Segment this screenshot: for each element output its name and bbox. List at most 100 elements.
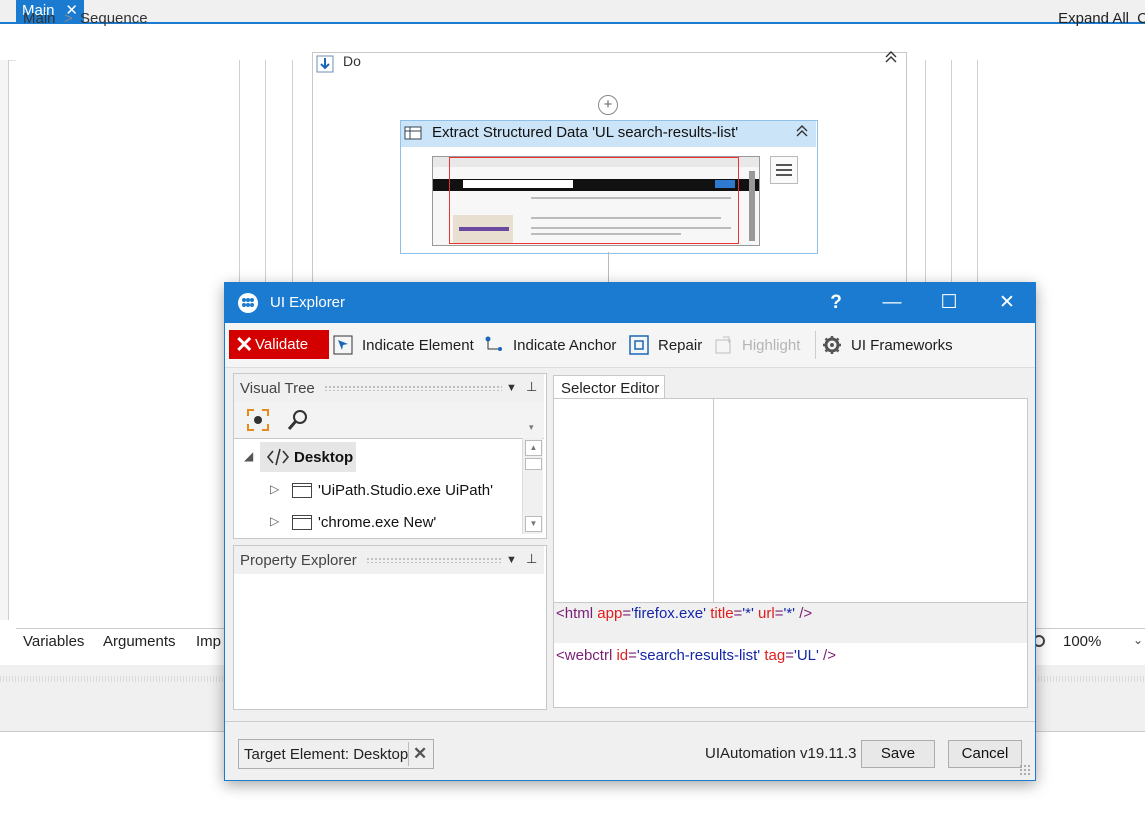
- chevron-down-icon[interactable]: ⌄: [1133, 633, 1143, 647]
- selector-attr-value: 'UL': [793, 647, 819, 664]
- repair-icon: [629, 335, 649, 355]
- tree-item-label: Desktop: [294, 449, 354, 466]
- highlight-button[interactable]: Highlight: [742, 337, 800, 354]
- code-icon: [266, 448, 290, 466]
- maximize-button[interactable]: ☐: [934, 289, 964, 317]
- window-title: UI Explorer: [270, 294, 346, 311]
- ui-explorer-window: UI Explorer ? — ☐ ✕ ✕ Validate Indicate …: [224, 282, 1036, 781]
- pin-icon[interactable]: ⊥: [526, 379, 537, 395]
- search-icon[interactable]: [286, 408, 310, 432]
- window-icon: [292, 483, 312, 498]
- gear-icon: [823, 336, 841, 354]
- left-panel-edge: [0, 60, 9, 620]
- cancel-button[interactable]: Cancel: [948, 740, 1022, 768]
- toolbar-separator: [815, 331, 816, 359]
- panel-grip: [366, 557, 502, 563]
- add-activity-icon[interactable]: +: [598, 95, 618, 115]
- indicate-element-button[interactable]: Indicate Element: [362, 337, 474, 354]
- selector-tag: webctrl: [564, 647, 613, 664]
- selector-attr-name: title: [710, 605, 734, 622]
- selector-attr-value: 'firefox.exe': [631, 605, 707, 622]
- tree-collapsed-icon[interactable]: ▷: [270, 514, 279, 528]
- pin-icon[interactable]: ⊥: [526, 551, 537, 567]
- visual-tree-tools: ▾: [234, 402, 544, 439]
- scroll-down-icon[interactable]: ▼: [525, 516, 542, 532]
- highlight-icon: [715, 336, 731, 354]
- selector-attr-name: url: [758, 605, 775, 622]
- chevron-down-icon[interactable]: ▼: [506, 554, 517, 566]
- version-label: UIAutomation v19.11.3: [705, 745, 857, 762]
- tab-imports[interactable]: Imp: [196, 633, 221, 650]
- selector-attr-value: '*': [742, 605, 754, 622]
- table-icon: [404, 126, 422, 140]
- expand-all-link[interactable]: Expand All: [1058, 10, 1129, 27]
- ui-explorer-logo-icon: [238, 293, 258, 313]
- focus-element-icon[interactable]: [246, 408, 270, 432]
- zoom-value[interactable]: 100%: [1063, 633, 1101, 650]
- scroll-thumb[interactable]: [525, 458, 542, 470]
- validate-label: Validate: [255, 336, 309, 353]
- close-button[interactable]: ✕: [992, 289, 1022, 317]
- selector-attr-name: tag: [764, 647, 786, 664]
- selector-code-area[interactable]: <html app='firefox.exe' title='*' url='*…: [554, 602, 1027, 709]
- toolbar: ✕ Validate Indicate Element Indicate Anc…: [225, 323, 1035, 368]
- visual-tree-label: Visual Tree: [240, 380, 315, 397]
- chevron-down-icon[interactable]: ▼: [506, 382, 517, 394]
- scroll-up-icon[interactable]: ▲: [525, 440, 542, 456]
- property-explorer-header: Property Explorer ▼ ⊥: [234, 546, 544, 574]
- title-bar: UI Explorer ? — ☐ ✕: [225, 283, 1035, 323]
- chip-separator: [408, 742, 409, 766]
- do-title: Do: [343, 53, 361, 69]
- dialog-footer: Target Element: Desktop ✕ UIAutomation v…: [225, 721, 1035, 780]
- indicate-anchor-button[interactable]: Indicate Anchor: [513, 337, 616, 354]
- attributes-splitter: [713, 399, 714, 602]
- selector-attr-name: app: [597, 605, 623, 622]
- tab-variables[interactable]: Variables: [23, 633, 84, 650]
- tree-collapsed-icon[interactable]: ▷: [270, 482, 279, 496]
- minimize-button[interactable]: —: [877, 289, 907, 317]
- selector-line-html[interactable]: <html app='firefox.exe' title='*' url='*…: [556, 605, 812, 622]
- chevron-right-icon: >: [64, 10, 73, 27]
- collapse-icon[interactable]: [884, 50, 898, 64]
- selector-tag: html: [564, 605, 594, 622]
- panel-grip: [324, 385, 502, 391]
- cursor-icon: [333, 335, 353, 355]
- window-icon: [292, 515, 312, 530]
- anchor-icon: [485, 336, 502, 351]
- selector-line-webctrl[interactable]: <webctrl id='search-results-list' tag='U…: [556, 647, 836, 664]
- ui-frameworks-button[interactable]: UI Frameworks: [851, 337, 953, 354]
- clear-target-icon[interactable]: ✕: [413, 744, 427, 764]
- breadcrumb-item-sequence[interactable]: Sequence: [80, 10, 148, 27]
- property-explorer-panel: Property Explorer ▼ ⊥: [233, 545, 547, 710]
- activity-title: Extract Structured Data 'UL search-resul…: [432, 124, 739, 141]
- do-icon: [316, 55, 334, 73]
- close-icon: ✕: [235, 332, 254, 357]
- menu-icon[interactable]: [770, 156, 798, 184]
- save-button[interactable]: Save: [861, 740, 935, 768]
- tab-arguments[interactable]: Arguments: [103, 633, 176, 650]
- selector-editor-tab-label: Selector Editor: [561, 380, 660, 397]
- document-tab-bar: [0, 0, 1145, 24]
- tree-item-uipath-studio[interactable]: 'UiPath.Studio.exe UiPath': [318, 482, 493, 499]
- target-element-chip: Target Element: Desktop ✕: [238, 739, 434, 769]
- collapse-icon[interactable]: [795, 124, 809, 138]
- tree-item-chrome[interactable]: 'chrome.exe New': [318, 514, 436, 531]
- visual-tree-header: Visual Tree ▼ ⊥: [234, 374, 544, 402]
- target-element-label: Target Element: Desktop: [244, 746, 409, 763]
- help-button[interactable]: ?: [821, 289, 851, 317]
- visual-tree-panel: Visual Tree ▼ ⊥ ▾ ◢ Desktop ▷ 'UiPath.St…: [233, 373, 547, 539]
- property-explorer-label: Property Explorer: [240, 552, 357, 569]
- selector-editor-panel: <html app='firefox.exe' title='*' url='*…: [553, 398, 1028, 708]
- collapse-all-link[interactable]: C: [1137, 10, 1145, 27]
- validate-button[interactable]: ✕ Validate: [229, 330, 329, 359]
- selector-attr-value: '*': [783, 605, 796, 622]
- resize-grip[interactable]: [1019, 764, 1031, 776]
- repair-button[interactable]: Repair: [658, 337, 702, 354]
- chevron-down-icon[interactable]: ▾: [529, 422, 534, 433]
- visual-tree-scrollbar[interactable]: ▲ ▼: [522, 438, 543, 534]
- breadcrumb-item-main[interactable]: Main: [23, 10, 56, 27]
- screenshot-thumbnail: [432, 156, 760, 246]
- selector-attr-value: 'search-results-list': [636, 647, 761, 664]
- selector-attr-name: id: [616, 647, 629, 664]
- tree-expanded-icon[interactable]: ◢: [244, 449, 253, 463]
